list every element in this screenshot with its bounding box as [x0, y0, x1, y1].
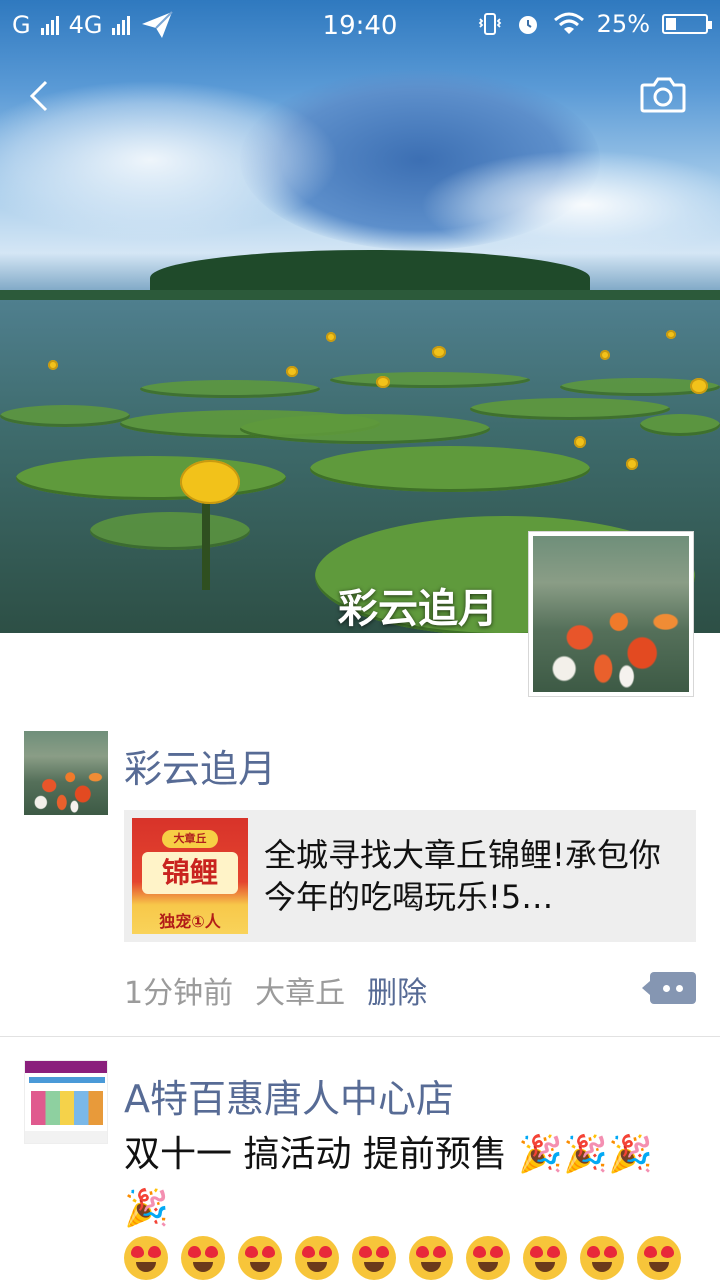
water-lily-flower: [376, 376, 390, 388]
lily-pad: [640, 414, 720, 436]
water-lily-flower: [574, 436, 586, 448]
water-lily-flower: [600, 350, 610, 360]
water-lily-flower: [690, 378, 708, 394]
share-title: 全城寻找大章丘锦鲤!承包你今年的吃喝玩乐!5…: [264, 836, 661, 916]
wifi-icon: [553, 12, 584, 34]
alarm-icon: [518, 16, 537, 34]
lily-pad: [140, 380, 320, 398]
status-bar: G 4G 19:40 25%: [0, 0, 720, 50]
divider: [0, 1036, 720, 1037]
heart-eyes-emoji-icon: [238, 1236, 282, 1280]
camera-button[interactable]: [638, 76, 690, 116]
avatar-banner: [25, 1061, 107, 1073]
lily-pad: [330, 372, 530, 388]
emoji-row: [124, 1236, 681, 1280]
heart-eyes-emoji-icon: [295, 1236, 339, 1280]
lily-pad: [0, 405, 130, 427]
lily-pad: [16, 456, 286, 500]
battery-icon: [662, 14, 712, 34]
product-shelf-image: [31, 1091, 103, 1125]
koi-fish-image: [24, 731, 108, 815]
avatar-strip: [29, 1077, 105, 1083]
post-author-name[interactable]: 彩云追月: [124, 738, 276, 793]
post-meta: 1分钟前 大章丘 删除: [124, 968, 427, 1012]
lily-pad: [240, 414, 490, 444]
back-button[interactable]: [22, 76, 62, 116]
chevron-left-icon: [29, 80, 48, 112]
thumb-title: 锦鲤: [142, 852, 238, 894]
shared-link-card[interactable]: 大章丘 锦鲤 独宠①人 全城寻找大章丘锦鲤!承包你今年的吃喝玩乐!5…: [124, 810, 696, 942]
cover-username: 彩云追月: [338, 586, 498, 632]
water-lily-flower: [286, 366, 298, 377]
post-text: 双十一 搞活动 提前预售 🎉🎉🎉🎉: [124, 1134, 653, 1229]
heart-eyes-emoji-icon: [352, 1236, 396, 1280]
more-dots-icon: [676, 985, 683, 992]
post-author-name[interactable]: A特百惠唐人中心店: [124, 1068, 454, 1123]
water-lily-flower: [626, 458, 638, 470]
lily-pad: [310, 446, 590, 492]
water-lily-flower: [432, 346, 446, 358]
share-thumbnail: 大章丘 锦鲤 独宠①人: [132, 818, 248, 934]
profile-avatar[interactable]: [528, 531, 694, 697]
post-author-avatar[interactable]: [24, 1060, 108, 1144]
lily-pad: [90, 512, 250, 550]
water-lily-flower: [180, 460, 240, 504]
heart-eyes-emoji-icon: [580, 1236, 624, 1280]
lily-pad: [470, 398, 670, 420]
heart-eyes-emoji-icon: [637, 1236, 681, 1280]
lily-stem: [202, 500, 210, 590]
thumb-badge: 大章丘: [162, 830, 218, 848]
heart-eyes-emoji-icon: [523, 1236, 567, 1280]
post-author-avatar[interactable]: [24, 731, 108, 815]
heart-eyes-emoji-icon: [181, 1236, 225, 1280]
heart-eyes-emoji-icon: [124, 1236, 168, 1280]
comment-button[interactable]: [642, 972, 696, 1004]
delete-button[interactable]: 删除: [367, 968, 427, 1012]
battery-percent: 25%: [596, 10, 650, 38]
more-dots-icon: [663, 985, 670, 992]
heart-eyes-emoji-icon: [409, 1236, 453, 1280]
thumb-caption: 独宠①人: [159, 912, 221, 931]
battery-level: [666, 18, 676, 30]
avatar-footer: [25, 1131, 107, 1143]
koi-fish-image: [533, 536, 689, 692]
post-location[interactable]: 大章丘: [255, 968, 345, 1012]
water-lily-flower: [48, 360, 58, 370]
status-right: 25%: [477, 10, 712, 38]
water-lily-flower: [326, 332, 336, 342]
post-time: 1分钟前: [124, 976, 234, 1011]
vibrate-icon: [478, 13, 501, 35]
camera-icon: [640, 77, 686, 113]
heart-eyes-emoji-icon: [466, 1236, 510, 1280]
water-lily-flower: [666, 330, 676, 339]
